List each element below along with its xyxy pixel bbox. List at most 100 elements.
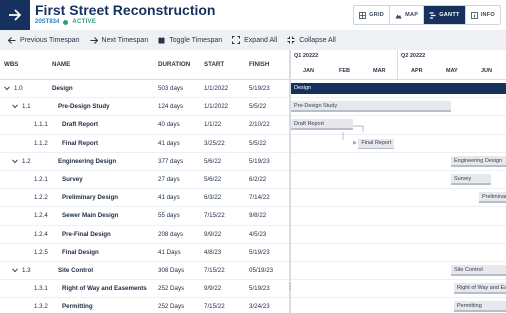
gantt-bar[interactable]: Engineering Design: [451, 155, 506, 167]
view-switcher: GRID MAP GANTT INFO: [353, 5, 501, 25]
task-name-cell[interactable]: Permitting: [62, 298, 93, 313]
expand-icon: [232, 36, 241, 44]
task-name-cell[interactable]: Design: [52, 80, 73, 98]
gantt-row: [291, 226, 506, 244]
start-cell: 4/8/23: [204, 248, 222, 256]
page-title: First Street Reconstruction: [35, 2, 216, 18]
task-name-cell[interactable]: Engineering Design: [58, 153, 116, 171]
expand-all-button[interactable]: Expand All: [232, 36, 277, 44]
column-header-finish[interactable]: FINISH: [249, 50, 269, 80]
task-name-cell[interactable]: Site Control: [58, 262, 93, 280]
status-badge: ACTIVE: [72, 19, 97, 25]
dependency-arrow-icon: ▶: [353, 139, 357, 146]
gantt-bar-label: Engineering Design: [454, 157, 503, 164]
view-grid-button[interactable]: GRID: [354, 6, 391, 24]
duration-cell: 41 days: [158, 139, 180, 147]
gantt-bar[interactable]: Permitting: [454, 301, 506, 313]
table-row[interactable]: 1.2.4 Sewer Main Design 55 days 7/15/22 9/8/…: [0, 207, 290, 226]
duration-cell: 55 days: [158, 212, 180, 220]
arrow-right-icon: [90, 36, 98, 44]
wbs-cell: 1.3.2: [34, 303, 48, 311]
task-name-cell[interactable]: Final Design: [62, 244, 99, 262]
task-name-cell[interactable]: Right of Way and Easements: [62, 280, 147, 298]
wbs-cell: 1.1.2: [34, 139, 48, 147]
wbs-cell: 1.0: [14, 85, 23, 92]
column-header-start[interactable]: START: [204, 50, 224, 80]
dependency-connectors: [342, 125, 364, 140]
table-row[interactable]: 1.2.4 Pre-Final Design 208 days 9/9/22 4/5/2…: [0, 226, 290, 244]
task-name-cell[interactable]: Final Report: [62, 135, 98, 153]
chevron-down-icon[interactable]: [4, 86, 10, 91]
quarter-divider: [397, 50, 398, 80]
chevron-down-icon[interactable]: [12, 104, 18, 109]
gantt-bar-label: Survey: [454, 175, 472, 182]
gantt-bar[interactable]: Right of Way and Easements: [454, 283, 506, 295]
finish-cell: 5/19/23: [249, 285, 270, 293]
duration-cell: 208 days: [158, 230, 184, 238]
table-row[interactable]: 1.2.5 Final Design 41 Days 4/8/23 5/19/23: [0, 244, 290, 262]
collapse-icon: [287, 36, 295, 44]
table-row[interactable]: 1.3 Site Control 308 Days 7/15/22 05/19/23: [0, 262, 290, 281]
gantt-bar-label: Preliminary Design: [482, 194, 506, 201]
table-row[interactable]: 1.2.2 Preliminary Design 41 days 6/3/22 7/14…: [0, 189, 290, 208]
toggle-timespan-button[interactable]: Toggle Timespan: [158, 36, 222, 44]
column-header-wbs[interactable]: WBS: [4, 50, 18, 80]
table-row[interactable]: 1.1 Pre-Design Study 124 days 1/1/2022 5/5/2…: [0, 98, 290, 117]
status-dot-icon: [63, 19, 69, 25]
info-icon: [470, 11, 478, 19]
quarter-label: Q1 20222: [294, 53, 319, 59]
table-row[interactable]: 1.1.1 Draft Report 40 days 1/1/22 2/10/22: [0, 116, 290, 135]
finish-cell: 5/19/23: [249, 248, 270, 256]
wbs-cell: 1.2: [22, 157, 31, 165]
view-gantt-button[interactable]: GANTT: [424, 6, 466, 24]
view-map-button[interactable]: MAP: [390, 6, 425, 24]
table-row[interactable]: 1.3.2 Permitting 252 Days 7/15/22 3/24/23: [0, 298, 290, 313]
finish-cell: 9/8/22: [249, 212, 267, 220]
gantt-bar-label: Final Report: [358, 138, 395, 149]
map-icon: [395, 14, 402, 18]
start-cell: 6/3/22: [204, 194, 222, 202]
column-header-duration[interactable]: DURATION: [158, 50, 190, 80]
task-name-cell[interactable]: Pre-Design Study: [58, 98, 110, 116]
next-timespan-button[interactable]: Next Timespan: [90, 36, 148, 44]
task-name-cell[interactable]: Draft Report: [62, 116, 98, 134]
wbs-cell: 1.1: [22, 103, 31, 111]
table-row[interactable]: 1.1.2 Final Report 41 days 3/25/22 5/5/22: [0, 135, 290, 153]
table-header: WBS NAME DURATION START FINISH: [0, 50, 290, 80]
gantt-row: Engineering Design: [291, 153, 506, 171]
table-row[interactable]: 1.2.1 Survey 27 days 5/6/22 6/2/22: [0, 171, 290, 190]
task-name-cell[interactable]: Sewer Main Design: [62, 207, 118, 225]
chevron-down-icon[interactable]: [12, 268, 18, 273]
previous-timespan-button[interactable]: Previous Timespan: [8, 37, 80, 44]
wbs-cell: 1.2.4: [34, 230, 48, 238]
view-info-button[interactable]: INFO: [466, 6, 500, 24]
project-code[interactable]: 20ST834: [35, 19, 59, 25]
wbs-cell: 1.3.1: [34, 285, 48, 293]
finish-cell: 6/2/22: [249, 175, 267, 183]
gantt-bar-label: Site Control: [454, 266, 483, 273]
duration-cell: 124 days: [158, 103, 184, 111]
gantt-bar[interactable]: Survey: [451, 173, 491, 185]
table-row[interactable]: 1.2 Engineering Design 377 days 5/6/22 5/19/…: [0, 153, 290, 171]
gantt-bar-label: Permitting: [457, 303, 482, 310]
grid-icon: [359, 11, 367, 19]
collapse-all-button[interactable]: Collapse All: [287, 36, 336, 44]
back-button[interactable]: [0, 0, 30, 30]
chevron-down-icon[interactable]: [12, 159, 18, 164]
calendar-icon: [158, 36, 165, 43]
wbs-cell: 1.2.5: [34, 248, 48, 256]
gantt-bar[interactable]: Preliminary Design: [479, 192, 506, 204]
gantt-row: Preliminary Design: [291, 189, 506, 208]
duration-cell: 41 Days: [158, 248, 181, 256]
task-name-cell[interactable]: Pre-Final Design: [62, 226, 111, 244]
gantt-row: Right of Way and Easements: [291, 280, 506, 299]
start-cell: 1/1/22: [204, 121, 222, 129]
duration-cell: 41 days: [158, 194, 180, 202]
task-name-cell[interactable]: Preliminary Design: [62, 189, 118, 207]
duration-cell: 308 Days: [158, 266, 185, 274]
gantt-bar[interactable]: Site Control: [451, 264, 506, 276]
table-row[interactable]: 1.0 Design 503 days 1/1/2022 5/19/23: [0, 80, 290, 99]
table-row[interactable]: 1.3.1 Right of Way and Easements 252 Days 9…: [0, 280, 290, 299]
task-name-cell[interactable]: Survey: [62, 171, 83, 189]
column-header-name[interactable]: NAME: [52, 50, 70, 80]
